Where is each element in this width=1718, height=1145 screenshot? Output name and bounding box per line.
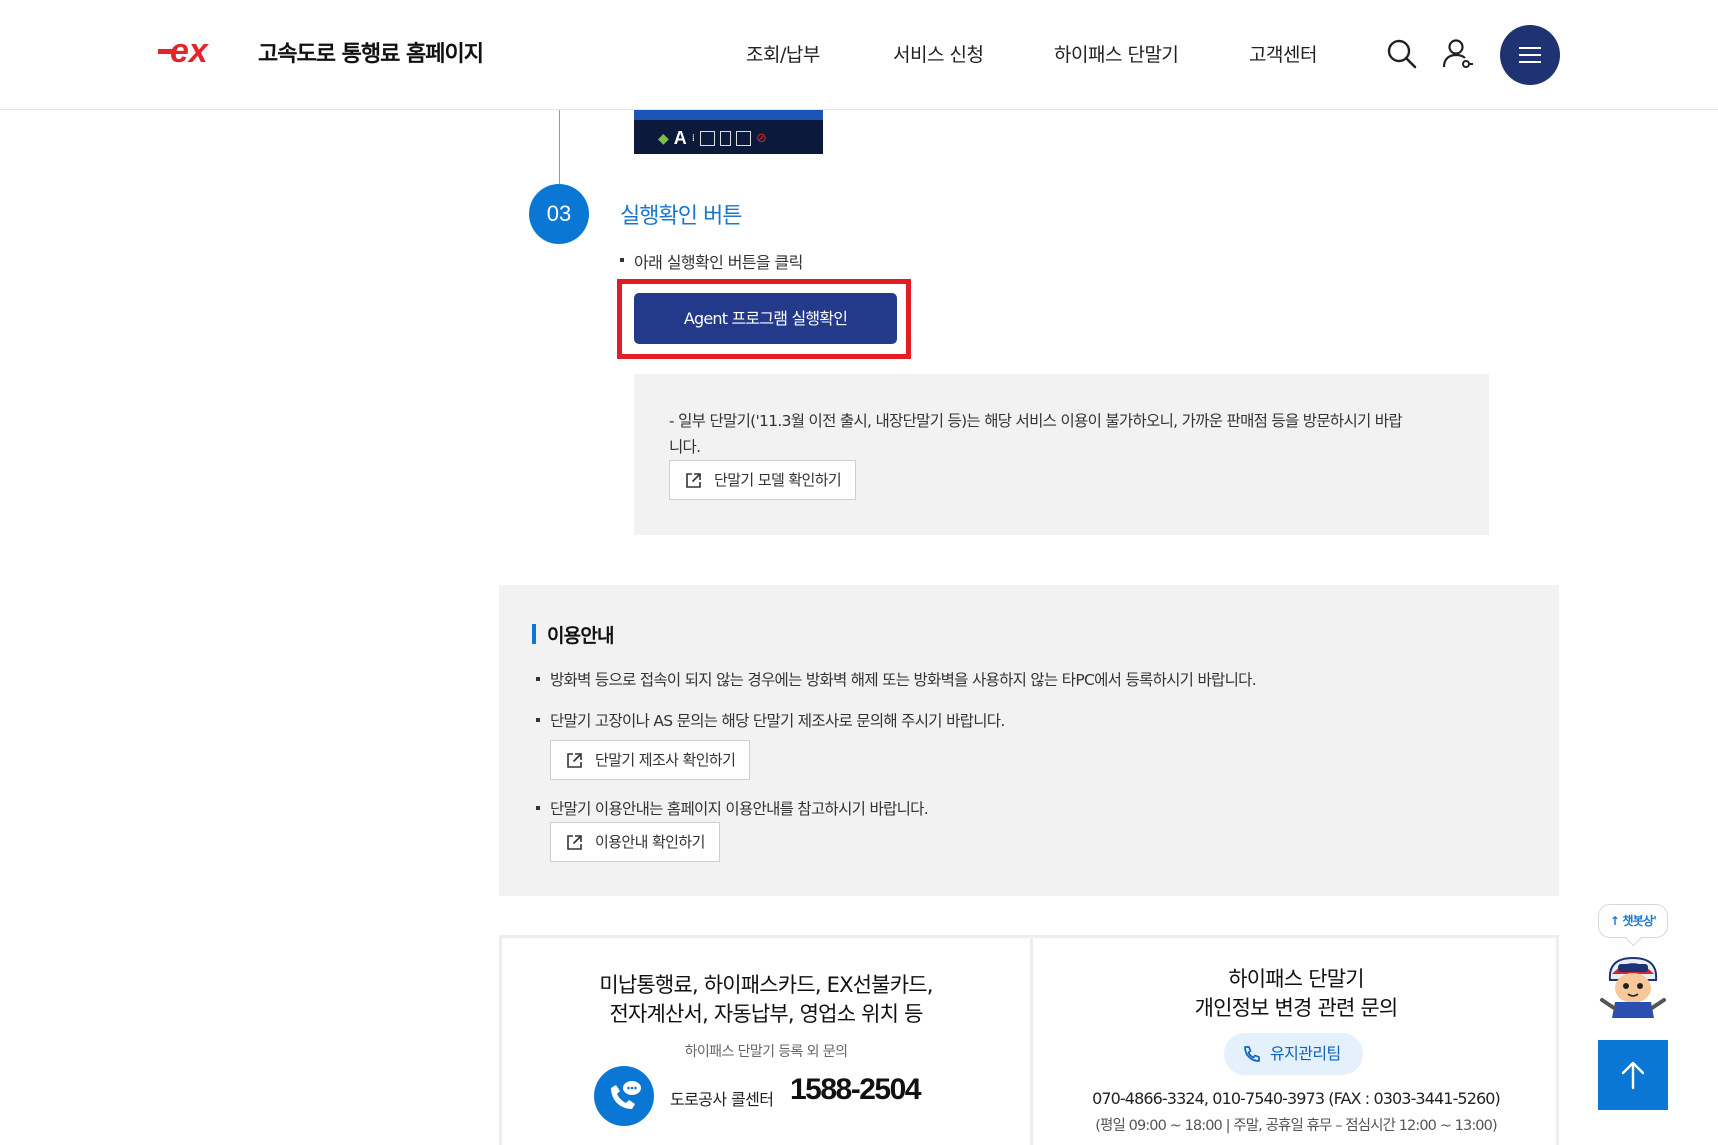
usage-guide-link-label: 이용안내 확인하기: [595, 833, 705, 851]
ime-indicator: A: [673, 128, 687, 148]
scroll-top-button[interactable]: [1598, 1040, 1668, 1110]
site-header: ex 고속도로 통행료 홈페이지 조회/납부 서비스 신청 하이패스 단말기 고…: [0, 0, 1718, 110]
maintenance-hours: (평일 09:00 ~ 18:00 | 주말, 공휴일 휴무 – 점심시간 12…: [1095, 1118, 1497, 1134]
shield-icon: ◆: [658, 130, 669, 147]
step-description: 아래 실행확인 버튼을 클릭: [620, 249, 803, 273]
maintenance-team-label: 유지관리팀: [1270, 1044, 1341, 1063]
notice-text: - 일부 단말기('11.3월 이전 출시, 내장단말기 등)는 해당 서비스 …: [669, 412, 1403, 456]
maintenance-team-button[interactable]: 유지관리팀: [1224, 1033, 1363, 1075]
phone-icon: [1244, 1046, 1260, 1062]
system-tray: ◆ A ⁞ ⊘: [658, 128, 767, 149]
external-link-icon: [686, 473, 701, 488]
step-title: 실행확인 버튼: [620, 204, 742, 229]
step-number: 03: [529, 184, 589, 244]
guide-item-firewall: 방화벽 등으로 접속이 되지 않는 경우에는 방화벽 해제 또는 방화벽을 사용…: [536, 668, 1257, 690]
terminal-model-link[interactable]: 단말기 모델 확인하기: [669, 460, 857, 500]
contact-cards: 미납통행료, 하이패스카드, EX선불카드, 전자계산서, 자동납부, 영업소 …: [499, 935, 1559, 1145]
guide-item-usage: 단말기 이용안내는 홈페이지 이용안내를 참고하시기 바랍니다.: [536, 797, 929, 819]
terminal-model-link-label: 단말기 모델 확인하기: [714, 471, 842, 489]
timeline-line: [559, 110, 560, 190]
manufacturer-link[interactable]: 단말기 제조사 확인하기: [550, 740, 751, 780]
usb-icon: [719, 131, 731, 146]
tray-up-icon: [699, 131, 715, 146]
nav-item-inquiry-payment[interactable]: 조회/납부: [746, 40, 820, 67]
tray-arrow-icon: ⁞: [691, 133, 695, 144]
chatbot-mascot-icon[interactable]: [1596, 950, 1670, 1020]
phone-chat-icon: [594, 1066, 654, 1126]
callcenter-label: 도로공사 콜센터: [670, 1090, 774, 1109]
taskbar-screenshot: ◆ A ⁞ ⊘: [634, 110, 823, 154]
nav-item-customer-center[interactable]: 고객센터: [1249, 40, 1317, 67]
network-icon: [735, 131, 751, 146]
callcenter-title: 미납통행료, 하이패스카드, EX선불카드, 전자계산서, 자동납부, 영업소 …: [599, 973, 933, 1026]
menu-icon: [1519, 47, 1541, 49]
callcenter-subtitle: 하이패스 단말기 등록 외 문의: [684, 1044, 848, 1060]
maintenance-phones: 070-4866-3324, 010-7540-3973 (FAX : 0303…: [1092, 1089, 1501, 1108]
mute-icon: ⊘: [755, 131, 767, 146]
nav-item-hipass-terminal[interactable]: 하이패스 단말기: [1054, 40, 1179, 67]
menu-button[interactable]: [1500, 25, 1560, 85]
agent-check-button[interactable]: Agent 프로그램 실행확인: [634, 293, 897, 344]
search-icon[interactable]: [1385, 37, 1419, 71]
nav-item-service-apply[interactable]: 서비스 신청: [893, 40, 984, 67]
chatbot-bubble[interactable]: ↑ 챗봇상': [1598, 904, 1668, 938]
callcenter-number[interactable]: 1588-2504: [790, 1073, 921, 1107]
usage-guide: 이용안내 방화벽 등으로 접속이 되지 않는 경우에는 방화벽 해제 또는 방화…: [499, 585, 1559, 896]
user-icon[interactable]: [1440, 37, 1474, 71]
privacy-title: 하이패스 단말기 개인정보 변경 관련 문의: [1194, 967, 1399, 1020]
notice-box: - 일부 단말기('11.3월 이전 출시, 내장단말기 등)는 해당 서비스 …: [634, 374, 1489, 535]
guide-item-as: 단말기 고장이나 AS 문의는 해당 단말기 제조사로 문의해 주시기 바랍니다…: [536, 709, 1005, 731]
arrow-up-icon: [1621, 1061, 1645, 1090]
external-link-icon: [567, 835, 582, 850]
manufacturer-link-label: 단말기 제조사 확인하기: [595, 751, 736, 769]
usage-guide-link[interactable]: 이용안내 확인하기: [550, 822, 720, 862]
usage-guide-title: 이용안내: [532, 621, 615, 648]
external-link-icon: [567, 753, 582, 768]
